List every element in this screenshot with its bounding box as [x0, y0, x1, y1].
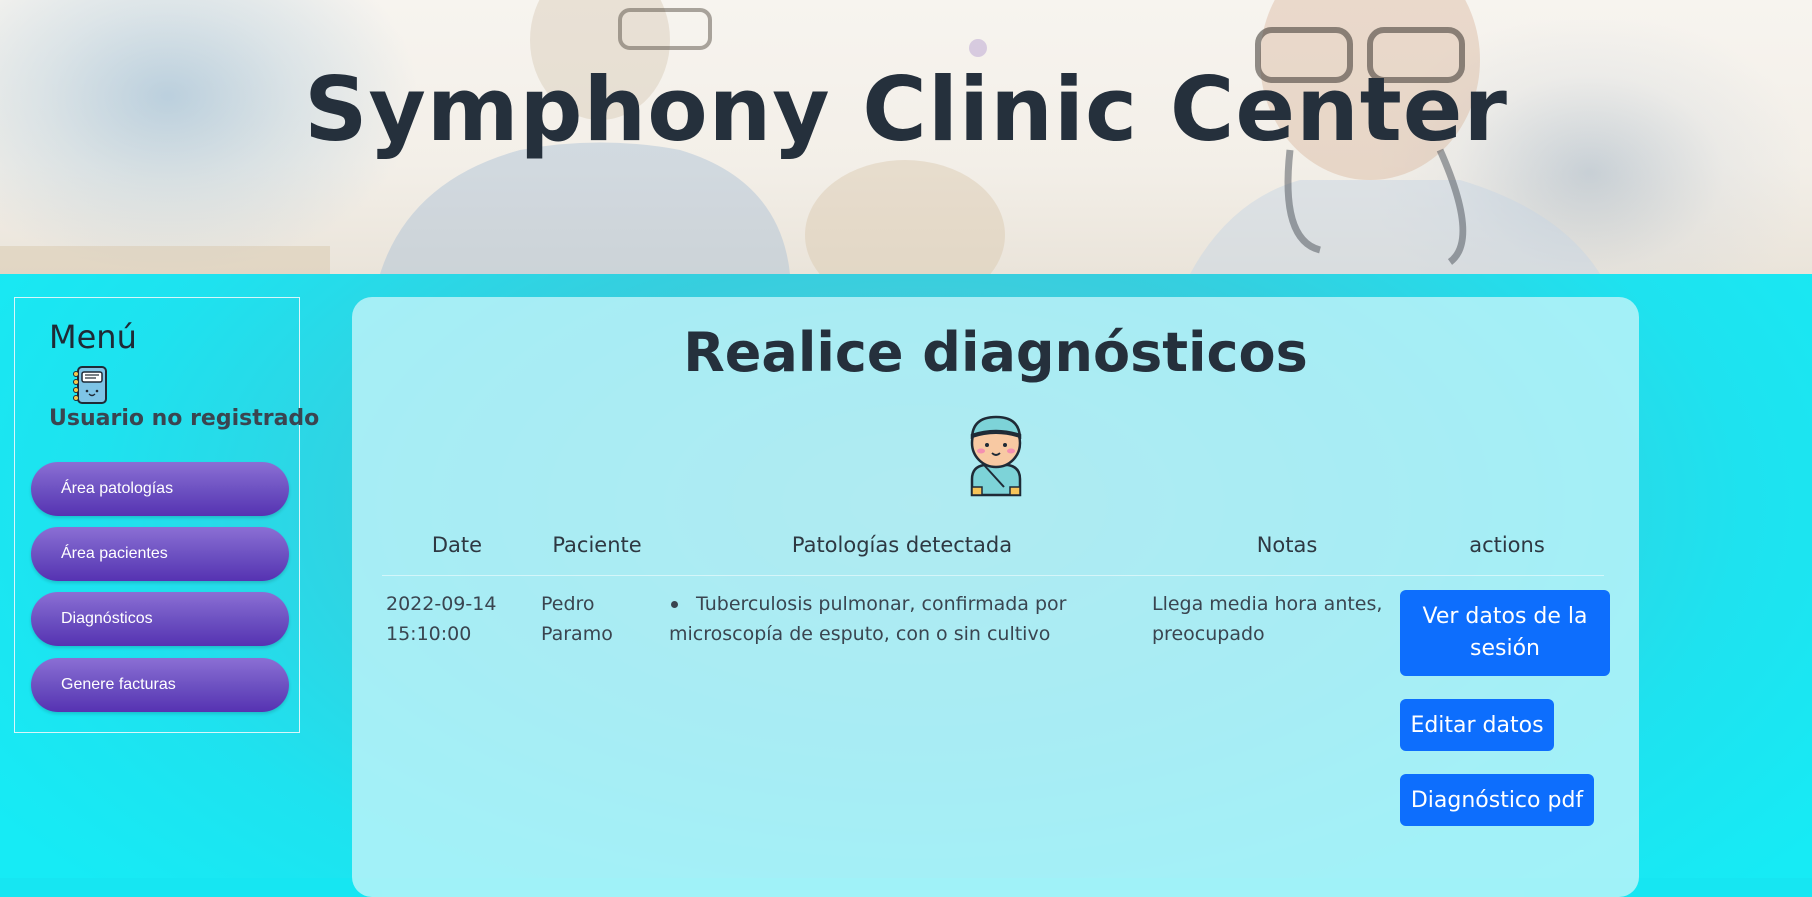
column-header-patologias: Patologías detectada	[791, 533, 1013, 557]
edit-data-button[interactable]: Editar datos	[1400, 699, 1554, 751]
pathology-text: Tuberculosis pulmonar, confirmada por	[696, 593, 1067, 615]
diagnostics-card: Realice diagnósticos Date Paciente Patol…	[352, 297, 1639, 897]
sidebar-item-facturas[interactable]: Genere facturas	[31, 658, 289, 712]
sidebar-item-label: Área patologías	[61, 480, 174, 497]
sidebar-item-label: Diagnósticos	[61, 610, 153, 627]
header-banner: Symphony Clinic Center	[0, 0, 1812, 274]
sidebar-menu: Menú Usuario no registrado Área patologí…	[14, 297, 319, 733]
cell-pathology: Tuberculosis pulmonar, confirmada por mi…	[669, 589, 1089, 649]
sidebar-item-label: Área pacientes	[61, 545, 168, 562]
view-session-label: sesión	[1470, 636, 1540, 661]
list-bullet	[671, 601, 678, 608]
column-header-paciente: Paciente	[552, 533, 642, 557]
column-header-date: Date	[431, 533, 483, 557]
view-session-button[interactable]: Ver datos de la sesión	[1400, 590, 1610, 676]
cell-date: 2022-09-14 15:10:00	[386, 589, 496, 649]
menu-title: Menú	[49, 318, 137, 356]
sidebar-item-patologias[interactable]: Área patologías	[31, 462, 289, 516]
cell-notes: Llega media hora antes, preocupado	[1152, 589, 1382, 649]
date-value: 2022-09-14	[386, 593, 497, 615]
column-header-actions: actions	[1469, 533, 1545, 557]
sidebar-item-label: Genere facturas	[61, 676, 176, 693]
diagnosis-pdf-button[interactable]: Diagnóstico pdf	[1400, 774, 1594, 826]
edit-data-label: Editar datos	[1410, 712, 1544, 738]
pathology-text: microscopía de esputo, con o sin cultivo	[669, 623, 1051, 645]
patient-icon	[970, 415, 1022, 497]
site-title: Symphony Clinic Center	[304, 58, 1508, 161]
sidebar-item-diagnosticos[interactable]: Diagnósticos	[31, 592, 289, 646]
notes-text: Llega media hora antes,	[1152, 593, 1383, 615]
sidebar-item-pacientes[interactable]: Área pacientes	[31, 527, 289, 581]
diagnosis-pdf-label: Diagnóstico pdf	[1410, 787, 1584, 813]
time-value: 15:10:00	[386, 623, 472, 645]
column-header-notas: Notas	[1256, 533, 1318, 557]
page-title: Realice diagnósticos	[683, 321, 1308, 384]
view-session-label: Ver datos de la	[1422, 604, 1588, 629]
cell-patient: Pedro Paramo	[541, 589, 613, 649]
notes-text: preocupado	[1152, 623, 1265, 645]
user-status: Usuario no registrado	[49, 406, 320, 431]
patient-first-name: Pedro	[541, 593, 595, 615]
table-header-divider	[382, 575, 1604, 576]
notebook-icon	[73, 366, 107, 404]
patient-last-name: Paramo	[541, 623, 613, 645]
